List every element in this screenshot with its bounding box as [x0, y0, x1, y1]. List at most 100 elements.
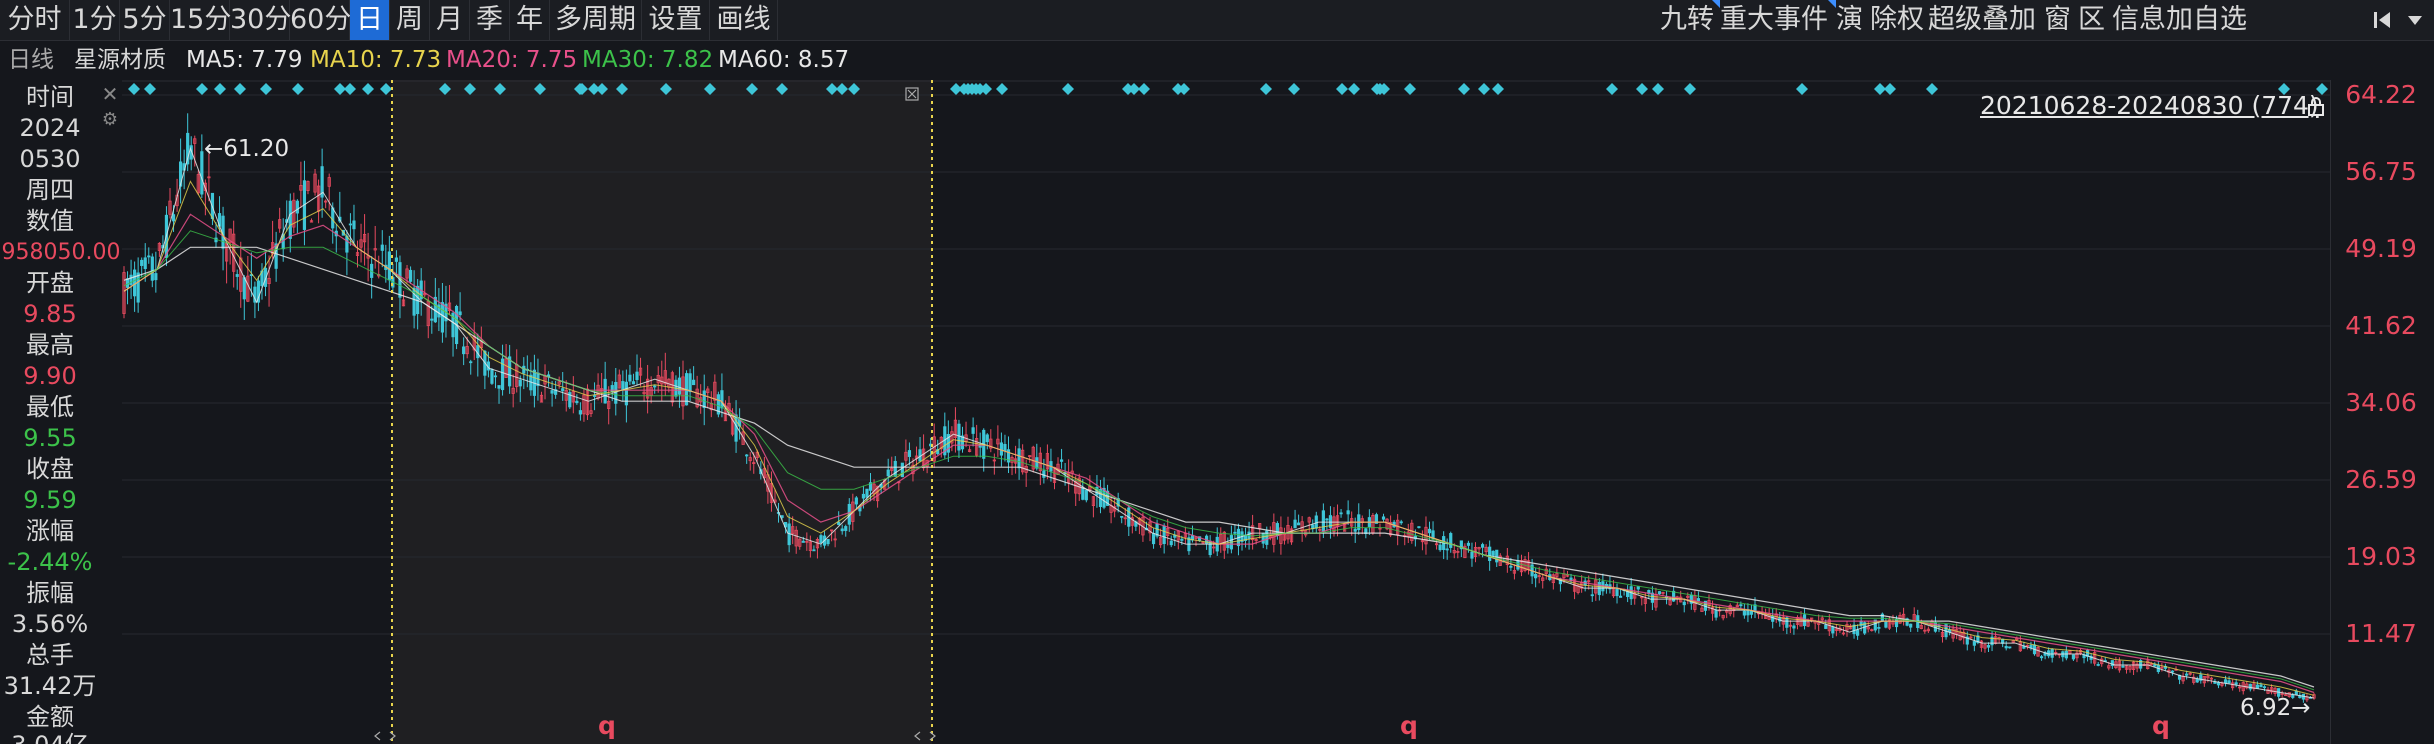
period-tab[interactable]: 多周期	[550, 0, 642, 40]
kline-chart[interactable]	[122, 80, 2330, 744]
price-axis: 64.22 56.75 49.19 41.62 34.06 26.59 19.03 11.47	[2330, 80, 2434, 744]
candle-body	[508, 356, 512, 387]
candle-body	[1495, 549, 1499, 563]
candle-body	[603, 378, 607, 404]
period-tab[interactable]: 30分	[230, 0, 291, 40]
candle-body	[1739, 604, 1743, 607]
q-marker[interactable]: q	[1400, 711, 1418, 740]
candle-body	[1792, 625, 1796, 629]
ma-legend-bar: 日线 星源材质 MA5: 7.79 MA10: 7.73 MA20: 7.75 …	[0, 41, 2434, 79]
toolbar-tool[interactable]: 演	[1836, 0, 1870, 40]
period-toolbar: 分时 1分 5分 15分 30分 60分日周月季年多周期 设置 画线 九转 重大事件演除权 超级叠…	[0, 0, 2434, 41]
candle-body	[1516, 560, 1520, 570]
q-marker[interactable]: q	[598, 711, 616, 740]
candle-body	[837, 521, 841, 525]
period-label: 日线	[8, 47, 54, 73]
candle-body	[1615, 588, 1619, 597]
candle-body	[143, 257, 147, 269]
candle-body	[1534, 573, 1538, 579]
candle-body	[1399, 521, 1403, 524]
candle-body	[147, 255, 151, 258]
period-tab[interactable]: 月	[430, 0, 470, 40]
candle-body	[1169, 540, 1173, 546]
high-label: 最高	[26, 331, 74, 359]
candle-body	[1636, 586, 1640, 590]
candle-body	[140, 259, 144, 266]
candle-body	[1438, 544, 1442, 551]
candle-body	[854, 497, 858, 505]
candle-body	[352, 220, 356, 230]
period-tab[interactable]: 60分	[290, 0, 351, 40]
period-tab[interactable]: 设置	[642, 0, 710, 40]
value-label: 数值	[26, 207, 74, 235]
candle-body	[1894, 618, 1899, 628]
candle-body	[720, 390, 724, 409]
candle-body	[2185, 673, 2189, 676]
period-tab[interactable]: 15分	[170, 0, 231, 40]
candle-body	[1445, 548, 1449, 551]
candle-body	[1017, 448, 1021, 469]
toolbar-tool[interactable]: 九转	[1660, 0, 1720, 40]
period-tab[interactable]: 季	[470, 0, 510, 40]
candle-body	[1909, 623, 1913, 628]
candle-body	[2039, 656, 2044, 659]
candle-body	[242, 277, 246, 300]
candle-body	[171, 214, 176, 222]
last-price-arrow-icon: →	[2291, 695, 2311, 721]
period-tab[interactable]: 5分	[120, 0, 170, 40]
candle-body	[394, 257, 399, 262]
candle-body	[522, 365, 526, 374]
q-marker[interactable]: q	[2152, 711, 2170, 740]
candle-body	[812, 549, 816, 552]
stock-name: 星源材质	[74, 47, 166, 73]
candle-body	[745, 454, 749, 457]
new-badge-icon	[1828, 0, 1836, 8]
axis-tick-label: 34.06	[2345, 388, 2417, 417]
candle-body	[628, 374, 632, 382]
lock-icon[interactable]	[2306, 96, 2326, 116]
toolbar-tool[interactable]: 超级叠加	[1928, 0, 2044, 40]
toolbar-tool[interactable]: 区	[2078, 0, 2112, 40]
candle-body	[2248, 683, 2252, 690]
toolbar-tool[interactable]: 信息加自选	[2112, 0, 2252, 40]
date-range-label[interactable]: 20210628-20240830 (774)	[1980, 90, 2319, 122]
candle-body	[1003, 443, 1007, 452]
candle-body	[1682, 601, 1686, 606]
candle-body	[1696, 598, 1700, 602]
candle-body	[1986, 645, 1991, 648]
candle-body	[1293, 519, 1297, 529]
candle-body	[1657, 591, 1662, 595]
candle-body	[1059, 459, 1064, 462]
candle-body	[1480, 544, 1485, 548]
toolbar-tool[interactable]: 除权	[1870, 0, 1928, 40]
candle-body	[1749, 610, 1754, 615]
high-value: 9.90	[23, 362, 77, 390]
collapse-left-icon[interactable]	[2368, 0, 2398, 40]
toolbar-tool[interactable]: 窗	[2044, 0, 2078, 40]
toolbar-tool[interactable]: 重大事件	[1720, 0, 1836, 40]
candle-body	[1714, 609, 1718, 618]
period-tab[interactable]: 画线	[710, 0, 778, 40]
candle-body	[2195, 678, 2199, 683]
candle-body	[295, 200, 299, 214]
dropdown-arrow-icon[interactable]	[2400, 0, 2430, 40]
period-tab[interactable]: 分时	[0, 0, 70, 40]
period-tab[interactable]: 年	[510, 0, 550, 40]
gear-icon[interactable]: ⚙	[100, 110, 120, 130]
candle-body	[430, 318, 434, 321]
candle-body	[380, 244, 384, 251]
candle-body	[861, 493, 866, 499]
period-tab[interactable]: 周	[390, 0, 430, 40]
candle-body	[1470, 551, 1474, 559]
close-icon[interactable]: ✕	[100, 84, 120, 104]
candle-body	[1042, 470, 1046, 478]
candle-body	[1509, 565, 1513, 568]
candle-body	[348, 223, 353, 226]
volume-value: 31.42万	[3, 672, 97, 700]
axis-tick-label: 19.03	[2345, 542, 2417, 571]
period-tab[interactable]: 1分	[70, 0, 120, 40]
axis-tick-label: 49.19	[2345, 234, 2417, 263]
period-tab[interactable]: 日	[350, 0, 390, 40]
candle-body	[575, 400, 579, 404]
last-price-value: 6.92	[2240, 695, 2292, 721]
